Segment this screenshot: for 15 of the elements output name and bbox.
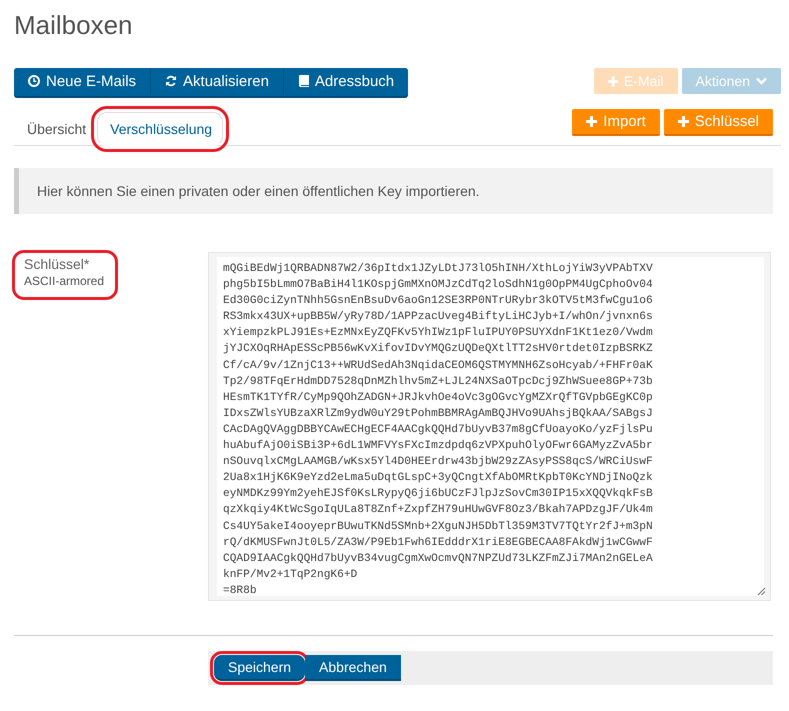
refresh-icon	[165, 75, 178, 87]
tab[interactable]: Übersicht	[14, 112, 98, 146]
plus-icon	[586, 116, 598, 127]
key-textarea[interactable]: mQGiBEdWj1QRBADN87W2/36pItdx1JZyLDtJ73lO5hINH/XthLojYiW3yVPAbTXV phg5bI5bLmmO7BaBiH4l1KOspjGmMXnOMJzCdTq2loSdhN1g0OpPM4UgCphoOv04 Ed30G0ciZynTNhh5GsnEnBsuDv6aoGn12SE3RP0NTrURybr3kOTV5tM3fwCgu1o6 RS3mkx43UX+upBB5W/yRy78D/1APPzacUveg4BiftyLiHCJyb+I/whOn/jvnxn6s xYiempzkPLJ91Es+EzMNxEyZQFKv5YhIWz1pFluIPUY0PSUYXdnF1Kt1ez0/Vwdm jYJCXOqRHApESScPB56wKvXifovIDvYMQGzUQDeQXtlTT2sHV0rtdet0IzpBSRKZ Cf/cA/9v/1ZnjC13++WRUdSedAh3NqidaCEOM6QSTMYMNH6ZsoHcyab/+FHFr0aK Tp2/98TFqErHdmDD7528qDnMZhlhv5mZ+LJL24NXSaOTpcDcj9ZhWSuee8GP+73b HEsmTK1TYfR/CyMp9QOhZADGN+JRJkvhOe4oVc3gOGvcYgMZXrQfTGVpbGEgKC0p IDxsZWlsYUBzaXRlZm9ydW0uY29tPohmBBMRAgAmBQJHVo9UAhsjBQkAA/SABgsJ CAcDAgQVAggDBBYCAwECHgECF4AACgkQQHd7bUyvB37m8gCfUoayoKo/yzFjlsPu huAbufAjO0iSBi3P+6dL1WMFVYsFXcImzdpdq6zVPXpuhOlyOFwr6GAMyzZvA5br nSOuvqlxCMgLAAMGB/wKsx5Yl4D0HEErdrw43bjbW29zZAsyPSS8qcS/WRCiUswF 2Ua8x1HjK6K9eYzd2eLma5uDqtGLspC+3yQCngtXfAbOMRtKpbT0KcYNDjINoQzk eyNMDKz99Ym2yehEJSf0KsLRypyQ6ji6bUCzFJlpJzSovCm30IP15xXQQVkqkFsB qzXkqiy4KtWcSgoIqULa8T8Znf+ZxpfZH79uHUwGVF8Oz3/Bkah7APDzgJF/Uk4m Cs4UY5akeI4ooyeprBUwuTKNd5SMnb+2XguNJH5DbTl359M3TV7TQtYr2fJ+m3pN rQ/dKMUSFwnJt0L5/ZA3W/P9Eb1Fwh6IEdddrX1riE8EGBECAA8FAkdWj1wCGwwF CQAD9IAACgkQQHd7bUyvB34vugCgmXwOcmvQN7NPZUd73LKZFmZJi7MAn2nGELeA knFP/Mv2+1TqP2ngK6+D =8R8b	[208, 252, 771, 601]
book-icon	[298, 75, 309, 87]
toolbar-button[interactable]: Neue E-Mails	[14, 68, 152, 94]
plus-icon	[678, 116, 689, 127]
field-label: Schlüssel* ASCII-armored	[14, 252, 116, 298]
cancel-button[interactable]: Abbrechen	[305, 655, 401, 681]
clock-icon	[28, 75, 40, 87]
info-message: Hier können Sie einen privaten oder einen öffentlichen Key importieren.	[14, 168, 773, 214]
plus-icon	[608, 76, 618, 86]
chevron-down-icon	[756, 77, 767, 85]
page-title: Mailboxen	[14, 9, 134, 42]
resize-handle-icon[interactable]	[756, 586, 766, 596]
